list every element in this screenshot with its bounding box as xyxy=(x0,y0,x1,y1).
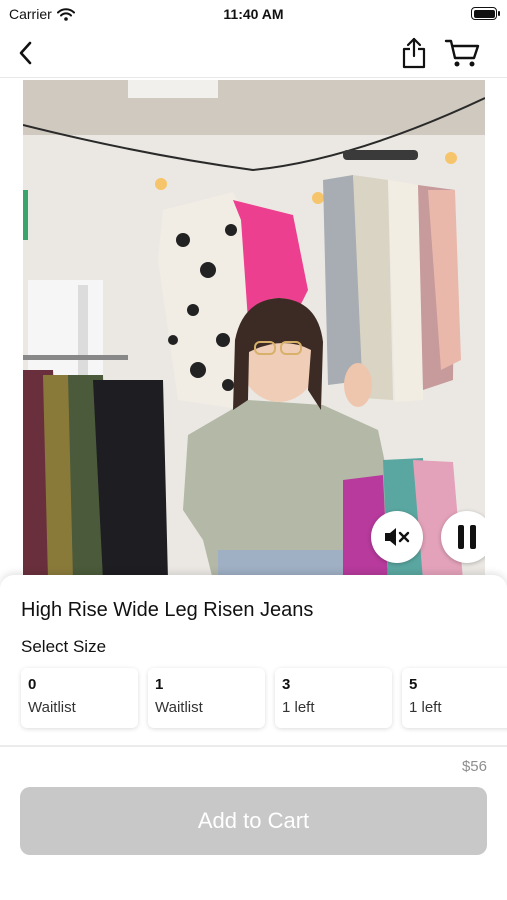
nav-bar xyxy=(0,28,507,78)
size-options: 0 Waitlist 1 Waitlist 3 1 left 5 1 left xyxy=(21,668,507,728)
mute-button[interactable] xyxy=(371,511,423,563)
chevron-left-icon xyxy=(19,41,32,65)
size-option-1[interactable]: 1 Waitlist xyxy=(148,668,265,728)
share-button[interactable] xyxy=(399,36,429,70)
add-to-cart-button[interactable]: Add to Cart xyxy=(20,787,487,855)
size-status: 1 left xyxy=(282,699,315,716)
speaker-muted-icon xyxy=(385,528,410,546)
size-value: 5 xyxy=(409,676,418,693)
divider xyxy=(0,745,507,747)
size-status: 1 left xyxy=(409,699,442,716)
product-video[interactable] xyxy=(23,80,485,580)
status-time: 11:40 AM xyxy=(223,6,284,22)
size-option-0[interactable]: 0 Waitlist xyxy=(21,668,138,728)
size-value: 0 xyxy=(28,676,37,693)
share-icon xyxy=(402,37,426,69)
status-bar: Carrier 11:40 AM xyxy=(0,0,507,28)
size-status: Waitlist xyxy=(155,699,203,716)
size-value: 1 xyxy=(155,676,164,693)
product-sheet: High Rise Wide Leg Risen Jeans Select Si… xyxy=(0,575,507,900)
pause-button[interactable] xyxy=(441,511,485,563)
size-value: 3 xyxy=(282,676,291,693)
product-title: High Rise Wide Leg Risen Jeans xyxy=(21,599,314,621)
cart-button[interactable] xyxy=(443,36,481,70)
cart-icon xyxy=(444,39,480,67)
battery-icon xyxy=(471,7,500,20)
size-option-5[interactable]: 5 1 left xyxy=(402,668,507,728)
pause-icon xyxy=(458,525,476,549)
size-option-3[interactable]: 3 1 left xyxy=(275,668,392,728)
video-frame-image xyxy=(23,80,485,580)
select-size-label: Select Size xyxy=(21,637,107,656)
size-status: Waitlist xyxy=(28,699,76,716)
back-button[interactable] xyxy=(10,38,40,68)
product-price: $56 xyxy=(461,758,487,775)
